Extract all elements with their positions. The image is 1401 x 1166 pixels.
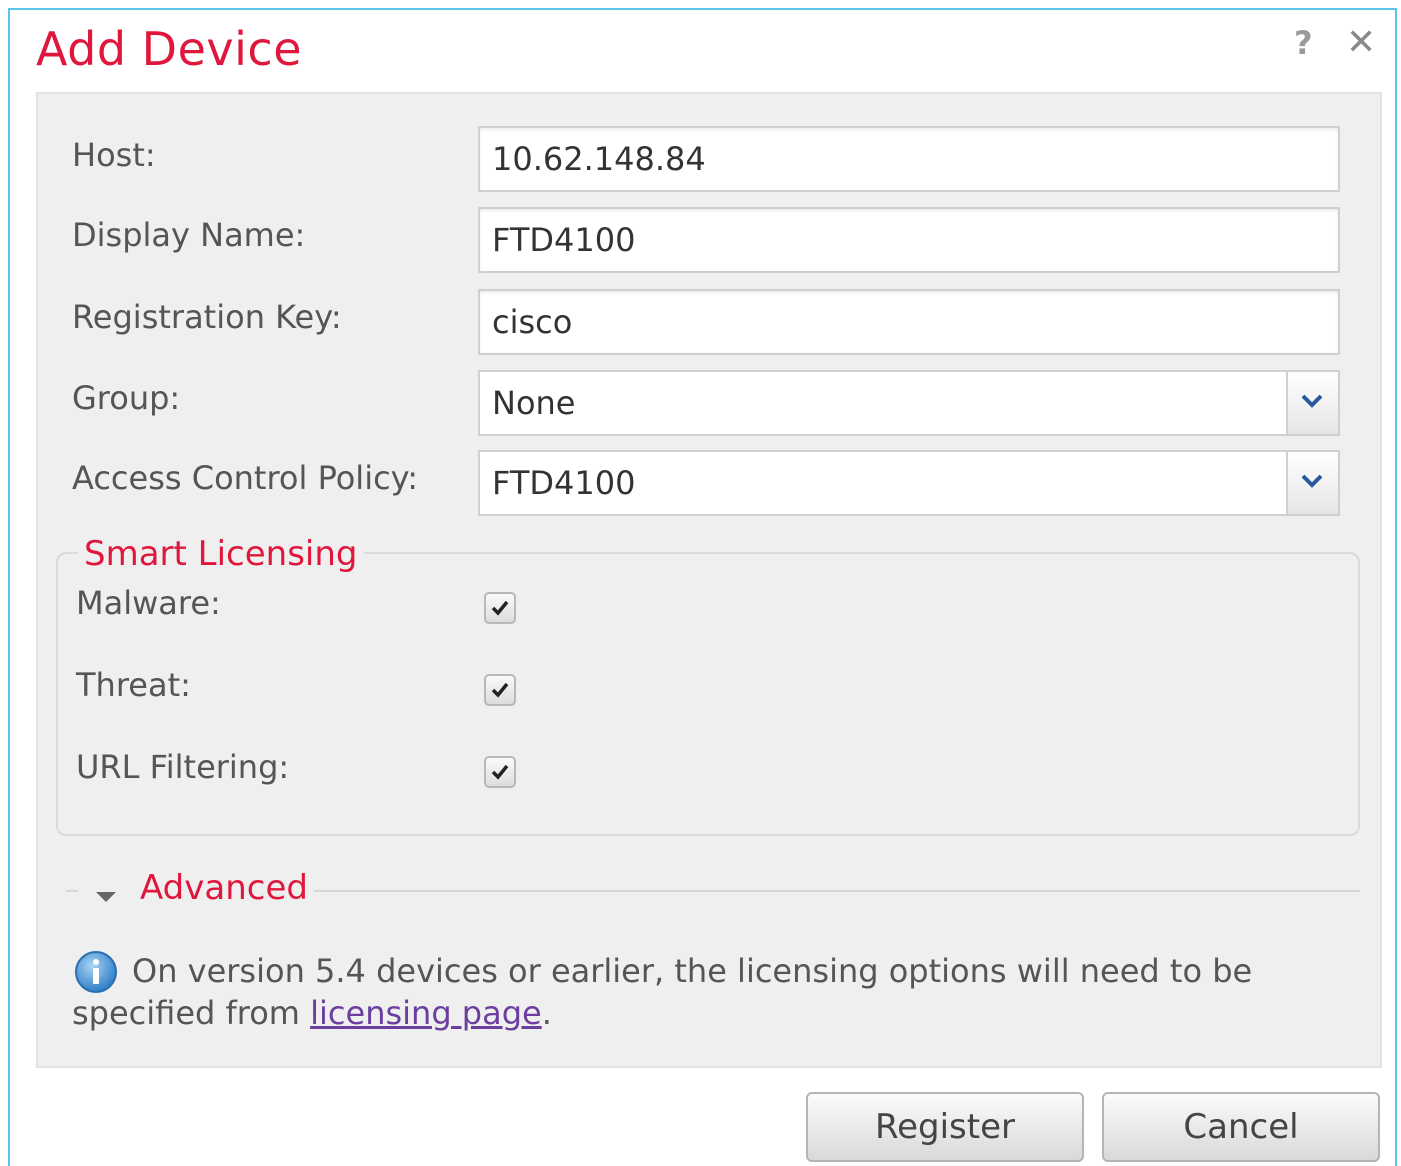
info-message: On version 5.4 devices or earlier, the l… xyxy=(72,950,1332,1034)
triangle-down-icon[interactable] xyxy=(94,890,118,904)
group-select-value: None xyxy=(492,384,576,422)
group-dropdown-button[interactable] xyxy=(1286,372,1338,434)
display-name-input[interactable] xyxy=(478,207,1340,273)
smart-licensing-group xyxy=(56,552,1360,836)
access-control-policy-value: FTD4100 xyxy=(492,464,636,502)
register-button[interactable]: Register xyxy=(806,1092,1084,1162)
threat-label: Threat: xyxy=(76,666,191,704)
dialog-body: Host: Display Name: Registration Key: Gr… xyxy=(36,92,1382,1068)
info-text-after: . xyxy=(541,994,552,1032)
info-text-before: On version 5.4 devices or earlier, the l… xyxy=(72,952,1253,1032)
access-control-policy-dropdown-button[interactable] xyxy=(1286,452,1338,514)
checkmark-icon xyxy=(491,600,509,616)
group-label: Group: xyxy=(72,379,181,417)
url-filtering-checkbox[interactable] xyxy=(484,756,516,788)
group-select[interactable]: None xyxy=(478,370,1340,436)
chevron-down-icon xyxy=(1301,474,1323,488)
cancel-button[interactable]: Cancel xyxy=(1102,1092,1380,1162)
advanced-divider-left xyxy=(66,890,78,892)
registration-key-input[interactable] xyxy=(478,289,1340,355)
checkmark-icon xyxy=(491,764,509,780)
smart-licensing-legend: Smart Licensing xyxy=(78,534,364,574)
registration-key-label: Registration Key: xyxy=(72,298,342,336)
malware-checkbox[interactable] xyxy=(484,592,516,624)
url-filtering-label: URL Filtering: xyxy=(76,748,290,786)
host-input[interactable] xyxy=(478,126,1340,192)
advanced-divider-right xyxy=(314,890,1360,892)
malware-label: Malware: xyxy=(76,584,221,622)
access-control-policy-select[interactable]: FTD4100 xyxy=(478,450,1340,516)
close-icon[interactable]: ✕ xyxy=(1346,22,1376,63)
help-icon[interactable]: ? xyxy=(1294,24,1313,62)
licensing-page-link[interactable]: licensing page xyxy=(310,994,542,1032)
display-name-label: Display Name: xyxy=(72,216,306,254)
advanced-toggle[interactable]: Advanced xyxy=(140,868,308,908)
host-label: Host: xyxy=(72,136,156,174)
threat-checkbox[interactable] xyxy=(484,674,516,706)
access-control-policy-label: Access Control Policy: xyxy=(72,459,419,497)
checkmark-icon xyxy=(491,682,509,698)
add-device-dialog: Add Device ? ✕ Host: Display Name: Regis… xyxy=(8,8,1397,1166)
chevron-down-icon xyxy=(1301,394,1323,408)
dialog-title: Add Device xyxy=(36,22,302,76)
